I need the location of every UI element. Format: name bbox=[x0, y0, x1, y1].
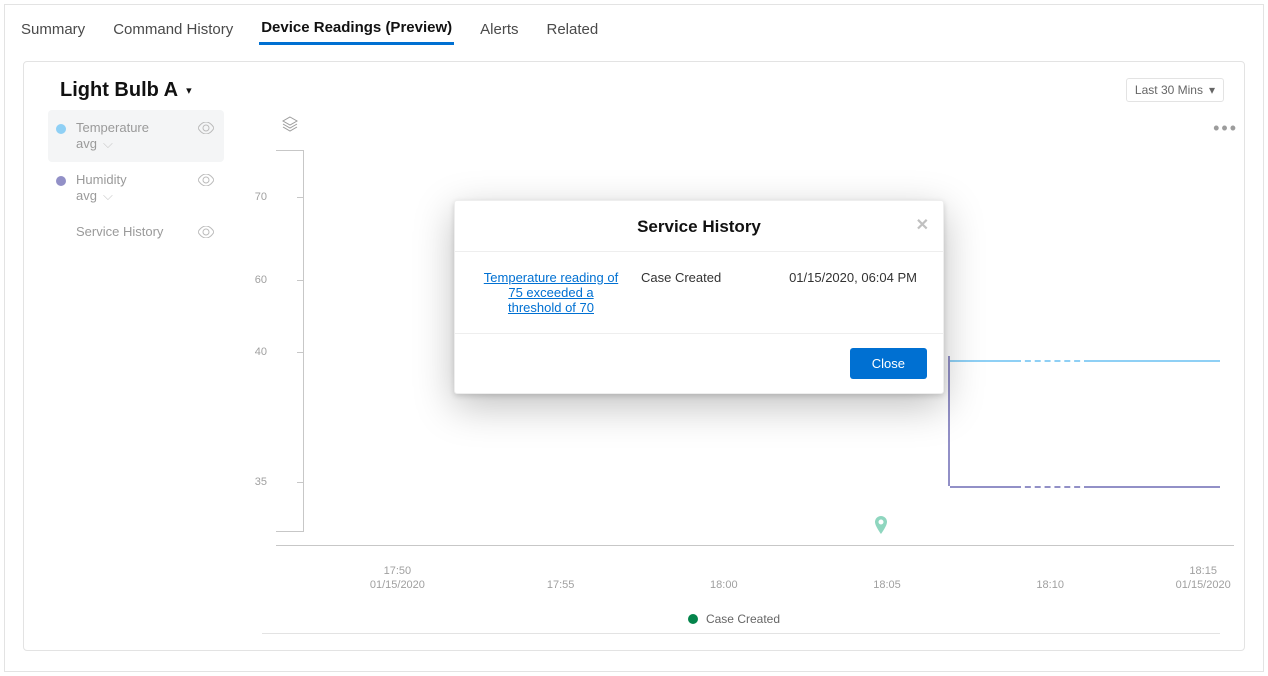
device-picker[interactable]: Light Bulb A ▾ bbox=[60, 79, 192, 102]
y-tick-label: 70 bbox=[255, 191, 267, 203]
visibility-toggle-icon[interactable] bbox=[198, 174, 214, 189]
legend-name: Service History bbox=[76, 224, 163, 240]
y-tick-label: 35 bbox=[255, 476, 267, 488]
x-axis bbox=[276, 545, 1234, 546]
x-tick-label: 18:1501/15/2020 bbox=[1176, 564, 1231, 592]
series-color-dot bbox=[56, 176, 66, 186]
series-temperature bbox=[1090, 360, 1220, 362]
tab-command-history[interactable]: Command History bbox=[111, 15, 235, 44]
modal-title: Service History bbox=[637, 217, 761, 236]
series-humidity bbox=[1090, 486, 1220, 488]
tab-summary[interactable]: Summary bbox=[19, 15, 87, 44]
y-tick-label: 60 bbox=[255, 274, 267, 286]
readings-panel: Light Bulb A ▾ Last 30 Mins ▾ Temperatur… bbox=[23, 61, 1245, 651]
series-humidity bbox=[950, 486, 1015, 488]
chart-footer-legend: Case Created bbox=[224, 612, 1244, 626]
x-tick-label: 17:5001/15/2020 bbox=[370, 564, 425, 592]
series-legend: Temperature avg ⌵ Humi bbox=[24, 110, 224, 642]
event-marker-icon[interactable] bbox=[873, 516, 889, 536]
x-tick-label: 18:00 bbox=[710, 578, 738, 592]
case-status: Case Created bbox=[641, 270, 721, 315]
legend-name: Temperature bbox=[76, 120, 149, 136]
more-options-icon[interactable]: ••• bbox=[1213, 118, 1238, 139]
close-icon[interactable]: ✕ bbox=[916, 215, 929, 235]
layers-icon[interactable] bbox=[282, 116, 298, 135]
x-tick-label: 17:55 bbox=[547, 578, 575, 592]
y-tick-label: 40 bbox=[255, 346, 267, 358]
tab-bar: Summary Command History Device Readings … bbox=[5, 5, 1263, 53]
caret-down-icon: ▾ bbox=[1209, 83, 1215, 97]
y-axis: 70 60 40 35 bbox=[276, 150, 304, 532]
visibility-toggle-icon[interactable] bbox=[198, 122, 214, 137]
legend-agg: avg bbox=[76, 188, 97, 204]
time-range-dropdown[interactable]: Last 30 Mins ▾ bbox=[1126, 78, 1224, 102]
chevron-down-icon: ⌵ bbox=[103, 136, 113, 152]
panel-divider bbox=[262, 633, 1220, 634]
x-tick-label: 18:10 bbox=[1036, 578, 1064, 592]
device-title: Light Bulb A bbox=[60, 79, 178, 102]
series-color-dot bbox=[56, 124, 66, 134]
tab-alerts[interactable]: Alerts bbox=[478, 15, 520, 44]
caret-down-icon: ▾ bbox=[186, 84, 192, 97]
alert-link[interactable]: Temperature reading of 75 exceeded a thr… bbox=[481, 270, 621, 315]
chevron-down-icon: ⌵ bbox=[103, 188, 113, 204]
footer-legend-label: Case Created bbox=[706, 612, 780, 626]
legend-item-humidity[interactable]: Humidity avg ⌵ bbox=[48, 162, 224, 214]
series-humidity bbox=[1015, 486, 1089, 488]
legend-name: Humidity bbox=[76, 172, 127, 188]
visibility-toggle-icon[interactable] bbox=[198, 226, 214, 241]
event-color-dot bbox=[688, 614, 698, 624]
legend-item-service-history[interactable]: Service History bbox=[48, 214, 224, 250]
series-temperature bbox=[1015, 360, 1089, 362]
close-button[interactable]: Close bbox=[850, 348, 927, 379]
case-datetime: 01/15/2020, 06:04 PM bbox=[789, 270, 917, 315]
app-frame: Summary Command History Device Readings … bbox=[4, 4, 1264, 672]
tab-related[interactable]: Related bbox=[544, 15, 600, 44]
x-tick-label: 18:05 bbox=[873, 578, 901, 592]
time-range-label: Last 30 Mins bbox=[1135, 83, 1203, 97]
series-temperature bbox=[950, 360, 1015, 362]
tab-device-readings[interactable]: Device Readings (Preview) bbox=[259, 13, 454, 45]
legend-agg: avg bbox=[76, 136, 97, 152]
series-humidity bbox=[948, 356, 950, 486]
service-history-modal: Service History ✕ Temperature reading of… bbox=[454, 200, 944, 394]
legend-item-temperature[interactable]: Temperature avg ⌵ bbox=[48, 110, 224, 162]
